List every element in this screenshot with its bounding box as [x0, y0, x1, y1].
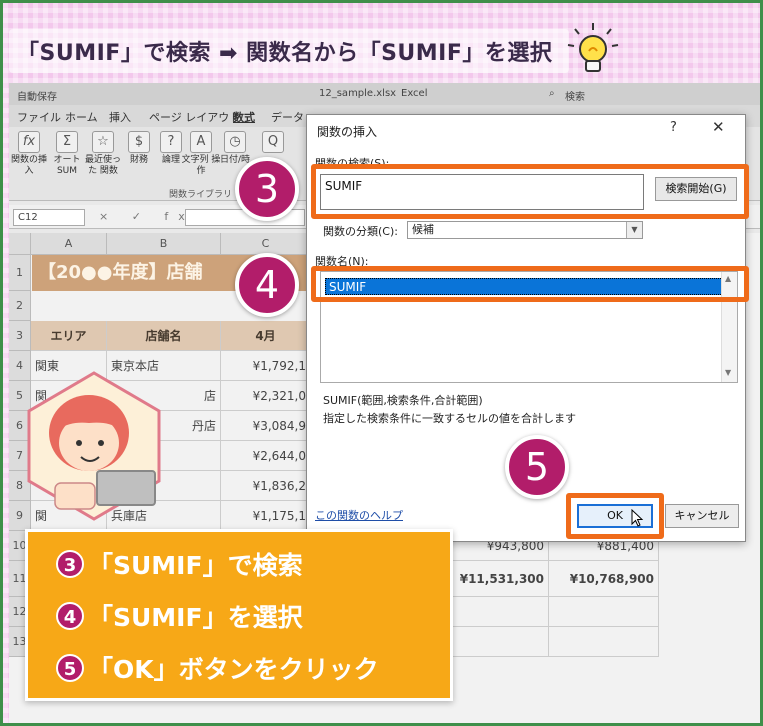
- page-title: 「SUMIF」で検索 ➡ 関数名から「SUMIF」を選択: [17, 41, 553, 66]
- header-store[interactable]: 店舗名: [107, 321, 221, 351]
- fx-icon: fx: [18, 131, 40, 153]
- row-header[interactable]: 1: [9, 255, 31, 291]
- step-text: 「SUMIF」で検索: [88, 551, 303, 580]
- financial-icon: $: [128, 131, 150, 153]
- col-header-b[interactable]: B: [107, 233, 221, 255]
- name-box[interactable]: C12: [13, 209, 85, 226]
- insert-function-button[interactable]: fx 関数の挿入: [9, 131, 49, 177]
- clock-icon: ◷: [224, 131, 246, 153]
- tab-page-layout[interactable]: ページ レイアウト: [149, 109, 240, 125]
- corner-cell[interactable]: [9, 233, 31, 255]
- search-icon[interactable]: ⌕: [549, 88, 555, 99]
- dialog-title: 関数の挿入: [317, 125, 378, 139]
- function-help-link[interactable]: この関数のヘルプ: [315, 507, 403, 523]
- category-label: 関数の分類(C):: [323, 225, 398, 238]
- col-header-a[interactable]: A: [31, 233, 107, 255]
- scroll-down-icon[interactable]: ▼: [725, 368, 731, 377]
- cell-empty[interactable]: [549, 597, 659, 627]
- ribbon-group-label: 関数ライブラリ: [169, 190, 233, 200]
- cell-april[interactable]: ¥3,084,9: [221, 411, 311, 441]
- step-row-3: 3 「SUMIF」で検索: [56, 546, 303, 582]
- step-number: 3: [56, 550, 84, 578]
- step-marker-4: 4: [235, 253, 299, 317]
- search-box[interactable]: 検索: [565, 88, 585, 103]
- woman-at-laptop-illustration: [27, 371, 161, 521]
- tutorial-frame: 「SUMIF」で検索 ➡ 関数名から「SUMIF」を選択 自動保存 12_sam…: [0, 0, 763, 726]
- star-icon: ☆: [92, 131, 114, 153]
- tab-insert[interactable]: 挿入: [109, 109, 131, 125]
- cell-empty[interactable]: [549, 627, 659, 657]
- row-header[interactable]: 3: [9, 321, 31, 351]
- close-icon[interactable]: ✕: [712, 118, 725, 136]
- autosum-label: オート SUM: [53, 155, 81, 176]
- logical-icon: ?: [160, 131, 182, 153]
- recent-functions-button[interactable]: ☆ 最近使った 関数: [83, 131, 123, 177]
- lookup-icon: Q: [262, 131, 284, 153]
- steps-panel: 3 「SUMIF」で検索 4 「SUMIF」を選択 5 「OK」ボタンをクリック: [25, 529, 453, 701]
- date-time-button[interactable]: ◷ 日付/時: [215, 131, 255, 166]
- cell-empty[interactable]: [449, 597, 549, 627]
- col-header-c[interactable]: C: [221, 233, 311, 255]
- header-area[interactable]: エリア: [31, 321, 107, 351]
- chevron-down-icon[interactable]: ▼: [626, 222, 642, 238]
- cell-april[interactable]: ¥2,644,0: [221, 441, 311, 471]
- tab-data[interactable]: データ: [271, 109, 304, 125]
- text-icon: A: [190, 131, 212, 153]
- excel-titlebar: 自動保存 12_sample.xlsx Excel ⌕ 検索: [9, 83, 760, 105]
- lookup-button[interactable]: Q: [253, 131, 293, 155]
- help-icon[interactable]: ?: [670, 120, 677, 135]
- step-marker-3: 3: [235, 157, 299, 221]
- tab-home[interactable]: ホーム: [65, 109, 98, 125]
- step-row-5: 5 「OK」ボタンをクリック: [56, 650, 379, 686]
- recent-functions-label: 最近使った 関数: [84, 155, 121, 176]
- step-row-4: 4 「SUMIF」を選択: [56, 598, 303, 634]
- lightbulb-icon: [567, 23, 619, 72]
- tab-file[interactable]: ファイル: [17, 109, 61, 125]
- function-description: 指定した検索条件に一致するセルの値を合計します: [323, 412, 576, 425]
- search-highlight: [311, 164, 749, 219]
- ok-highlight: [566, 493, 664, 539]
- row-header[interactable]: 2: [9, 291, 31, 321]
- cancel-button[interactable]: キャンセル: [665, 504, 739, 528]
- insert-function-label: 関数の挿入: [10, 155, 47, 176]
- cell-april[interactable]: ¥2,321,0: [221, 381, 311, 411]
- file-name: 12_sample.xlsx: [319, 88, 397, 99]
- autosave-label[interactable]: 自動保存: [17, 88, 57, 103]
- cell-grand-total[interactable]: ¥10,768,900: [549, 561, 659, 597]
- sigma-icon: Σ: [56, 131, 78, 153]
- app-name: Excel: [401, 88, 428, 99]
- category-select[interactable]: 候補 ▼: [407, 221, 643, 239]
- step-number: 5: [56, 654, 84, 682]
- formula-bar-icons[interactable]: × ✓ fx: [99, 210, 195, 223]
- header-april[interactable]: 4月: [221, 321, 311, 351]
- step-text: 「SUMIF」を選択: [88, 603, 303, 632]
- cell-april[interactable]: ¥1,836,2: [221, 471, 311, 501]
- cell-empty[interactable]: [449, 627, 549, 657]
- cell-april[interactable]: ¥1,792,1: [221, 351, 311, 381]
- autosum-button[interactable]: Σ オート SUM: [47, 131, 87, 177]
- function-syntax: SUMIF(範囲,検索条件,合計範囲): [323, 394, 483, 407]
- cell-april[interactable]: ¥1,175,1: [221, 501, 311, 531]
- step-number: 4: [56, 602, 84, 630]
- cell-grand-total[interactable]: ¥11,531,300: [449, 561, 549, 597]
- step-marker-5: 5: [505, 435, 569, 499]
- category-value: 候補: [412, 223, 434, 236]
- step-text: 「OK」ボタンをクリック: [88, 655, 379, 684]
- tab-formulas[interactable]: 数式: [233, 109, 255, 125]
- function-highlight: [311, 266, 749, 302]
